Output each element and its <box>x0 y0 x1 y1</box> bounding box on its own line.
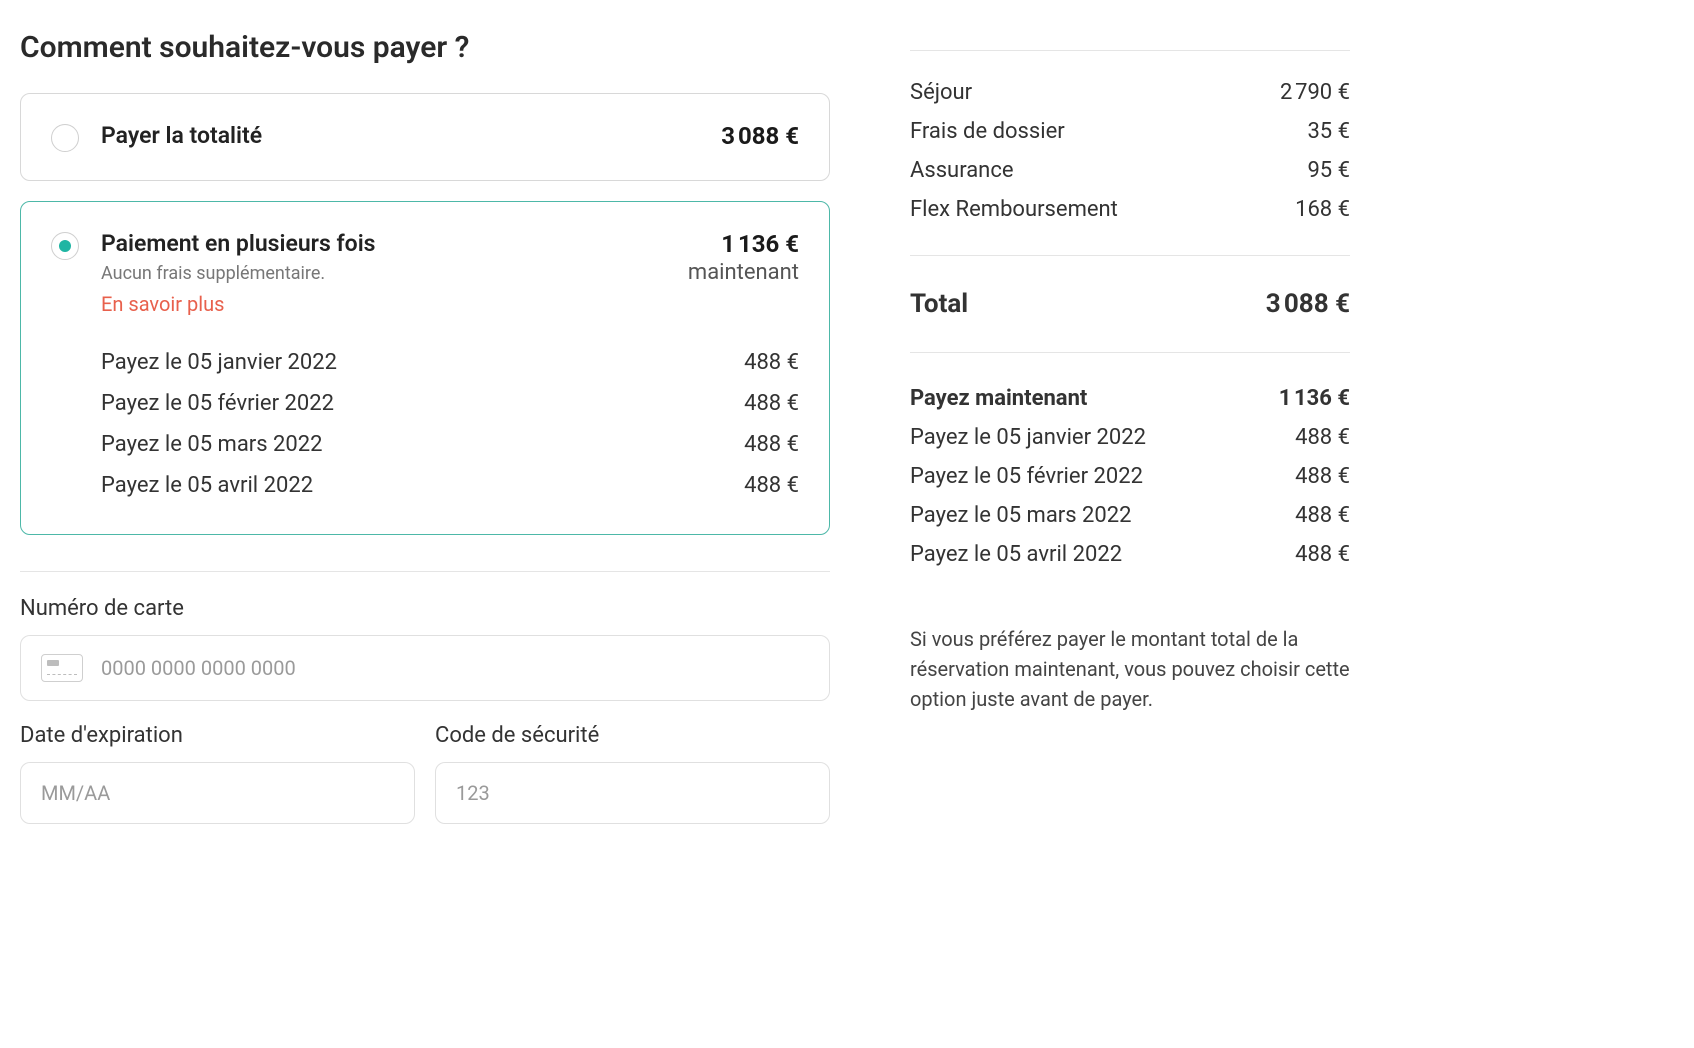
installment-row: Payez le 05 janvier 2022 488 € <box>101 342 799 383</box>
summary-divider-mid2 <box>910 352 1350 353</box>
pay-split-title: Paiement en plusieurs fois <box>101 230 668 257</box>
summary-schedule-value: 488 € <box>1295 542 1350 567</box>
summary-divider-mid <box>910 255 1350 256</box>
summary-value: 95 € <box>1307 158 1350 183</box>
pay-now-label: Payez maintenant <box>910 386 1087 411</box>
summary-label: Flex Remboursement <box>910 197 1118 222</box>
cvc-wrap[interactable] <box>435 762 830 824</box>
summary-value: 2 790 € <box>1280 80 1350 105</box>
summary-schedule-value: 488 € <box>1295 503 1350 528</box>
summary-total-value: 3 088 € <box>1266 289 1350 319</box>
pay-now-value: 1 136 € <box>1279 386 1350 411</box>
summary-value: 168 € <box>1295 197 1350 222</box>
learn-more-link[interactable]: En savoir plus <box>101 292 224 316</box>
summary-schedule-label: Payez le 05 mars 2022 <box>910 503 1132 528</box>
card-icon <box>41 654 83 682</box>
summary-schedule-value: 488 € <box>1295 464 1350 489</box>
summary-schedule-row: Payez le 05 février 2022 488 € <box>910 457 1350 496</box>
pay-split-subtitle: Aucun frais supplémentaire. <box>101 263 668 284</box>
summary-row: Flex Remboursement 168 € <box>910 190 1350 229</box>
installment-label: Payez le 05 avril 2022 <box>101 473 313 498</box>
card-number-wrap[interactable] <box>20 635 830 701</box>
summary-value: 35 € <box>1307 119 1350 144</box>
summary-schedule-value: 488 € <box>1295 425 1350 450</box>
section-title: Comment souhaitez-vous payer ? <box>20 30 830 65</box>
installment-row: Payez le 05 mars 2022 488 € <box>101 424 799 465</box>
installment-row: Payez le 05 février 2022 488 € <box>101 383 799 424</box>
radio-pay-split[interactable] <box>51 232 79 260</box>
pay-full-amount: 3 088 € <box>721 122 799 150</box>
summary-schedule-row: Payez le 05 avril 2022 488 € <box>910 535 1350 574</box>
pay-full-title: Payer la totalité <box>101 122 701 149</box>
pay-now-row: Payez maintenant 1 136 € <box>910 379 1350 418</box>
expiry-wrap[interactable] <box>20 762 415 824</box>
installment-row: Payez le 05 avril 2022 488 € <box>101 465 799 506</box>
summary-schedule-label: Payez le 05 janvier 2022 <box>910 425 1146 450</box>
installment-label: Payez le 05 février 2022 <box>101 391 334 416</box>
summary-row: Séjour 2 790 € <box>910 73 1350 112</box>
expiry-label: Date d'expiration <box>20 723 415 748</box>
expiry-input[interactable] <box>41 781 394 805</box>
cvc-label: Code de sécurité <box>435 723 830 748</box>
summary-schedule-row: Payez le 05 janvier 2022 488 € <box>910 418 1350 457</box>
summary-row: Frais de dossier 35 € <box>910 112 1350 151</box>
summary-divider-top <box>910 50 1350 51</box>
summary-note: Si vous préférez payer le montant total … <box>910 624 1350 714</box>
summary-total-row: Total 3 088 € <box>910 282 1350 326</box>
summary-schedule-label: Payez le 05 avril 2022 <box>910 542 1122 567</box>
summary-label: Assurance <box>910 158 1014 183</box>
installment-amount: 488 € <box>744 432 799 457</box>
summary-schedule-label: Payez le 05 février 2022 <box>910 464 1143 489</box>
card-number-input[interactable] <box>101 656 809 680</box>
summary-total-label: Total <box>910 289 968 319</box>
installment-label: Payez le 05 janvier 2022 <box>101 350 337 375</box>
cvc-input[interactable] <box>456 781 809 805</box>
summary-label: Séjour <box>910 80 972 105</box>
installment-amount: 488 € <box>744 350 799 375</box>
pay-split-amount: 1 136 € <box>688 230 799 258</box>
pay-split-amount-sub: maintenant <box>688 260 799 285</box>
pay-split-option[interactable]: Paiement en plusieurs fois Aucun frais s… <box>20 201 830 535</box>
divider <box>20 571 830 572</box>
installment-amount: 488 € <box>744 473 799 498</box>
radio-pay-full[interactable] <box>51 124 79 152</box>
summary-label: Frais de dossier <box>910 119 1065 144</box>
summary-schedule-row: Payez le 05 mars 2022 488 € <box>910 496 1350 535</box>
pay-full-option[interactable]: Payer la totalité 3 088 € <box>20 93 830 181</box>
installment-label: Payez le 05 mars 2022 <box>101 432 323 457</box>
summary-row: Assurance 95 € <box>910 151 1350 190</box>
card-number-label: Numéro de carte <box>20 596 830 621</box>
installment-amount: 488 € <box>744 391 799 416</box>
